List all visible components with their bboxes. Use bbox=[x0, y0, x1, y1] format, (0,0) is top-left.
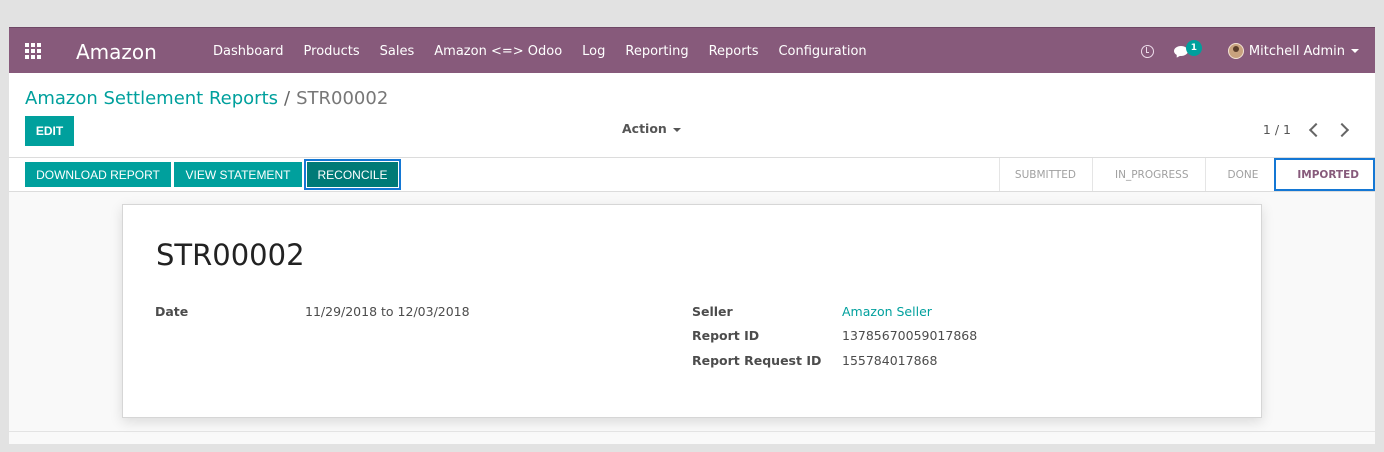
view-statement-button[interactable]: VIEW STATEMENT bbox=[174, 162, 302, 187]
chevron-right-icon[interactable] bbox=[1334, 122, 1350, 137]
menu-item-dashboard[interactable]: Dashboard bbox=[203, 44, 294, 59]
menu-item-log[interactable]: Log bbox=[572, 44, 615, 59]
menu-item-products[interactable]: Products bbox=[294, 44, 370, 59]
report-request-id-label: Report Request ID bbox=[692, 353, 822, 368]
form-statusbar: DOWNLOAD REPORT VIEW STATEMENT RECONCILE… bbox=[9, 157, 1375, 192]
chat-count-badge: 1 bbox=[1185, 40, 1202, 56]
menu-item-amazon-odoo[interactable]: Amazon <=> Odoo bbox=[424, 44, 572, 59]
breadcrumb-parent[interactable]: Amazon Settlement Reports bbox=[25, 88, 278, 109]
seller-link[interactable]: Amazon Seller bbox=[842, 304, 932, 319]
reconcile-button[interactable]: RECONCILE bbox=[304, 159, 401, 190]
record-title: STR00002 bbox=[156, 238, 305, 272]
report-request-id-value: 155784017868 bbox=[842, 353, 938, 368]
download-report-button[interactable]: DOWNLOAD REPORT bbox=[25, 162, 171, 187]
systray: 1 Mitchell Admin bbox=[1140, 28, 1375, 74]
app-brand[interactable]: Amazon bbox=[76, 40, 157, 64]
seller-label: Seller bbox=[692, 304, 733, 319]
avatar bbox=[1227, 43, 1244, 59]
pager-value[interactable]: 1 / 1 bbox=[1263, 122, 1291, 137]
user-menu[interactable]: Mitchell Admin bbox=[1227, 43, 1359, 59]
stage-imported[interactable]: IMPORTED bbox=[1274, 158, 1375, 191]
action-dropdown[interactable]: Action bbox=[622, 121, 681, 136]
activity-clock-icon[interactable] bbox=[1140, 44, 1154, 58]
top-navbar: Amazon Dashboard Products Sales Amazon <… bbox=[9, 27, 1375, 73]
stage-in-progress[interactable]: IN_PROGRESS bbox=[1092, 158, 1205, 191]
action-label: Action bbox=[622, 121, 667, 136]
breadcrumb: Amazon Settlement Reports / STR00002 bbox=[25, 88, 388, 109]
edit-button[interactable]: EDIT bbox=[25, 116, 74, 146]
date-label: Date bbox=[155, 304, 189, 319]
stage-submitted[interactable]: SUBMITTED bbox=[998, 158, 1092, 191]
stage-done[interactable]: DONE bbox=[1204, 158, 1275, 191]
report-id-label: Report ID bbox=[692, 328, 760, 343]
form-sheet: STR00002 Date 11/29/2018 to 12/03/2018 S… bbox=[122, 204, 1262, 418]
status-stages: SUBMITTED IN_PROGRESS DONE IMPORTED bbox=[998, 158, 1375, 191]
pager: 1 / 1 bbox=[1263, 122, 1355, 137]
messaging-button[interactable]: 1 bbox=[1173, 40, 1204, 61]
caret-down-icon bbox=[672, 127, 681, 132]
report-id-value: 13785670059017868 bbox=[842, 328, 978, 343]
main-menu: Dashboard Products Sales Amazon <=> Odoo… bbox=[203, 28, 877, 74]
menu-item-reports[interactable]: Reports bbox=[699, 44, 769, 59]
user-name: Mitchell Admin bbox=[1248, 43, 1345, 59]
chatter-divider bbox=[9, 431, 1375, 432]
menu-item-reporting[interactable]: Reporting bbox=[615, 44, 698, 59]
date-value: 11/29/2018 to 12/03/2018 bbox=[305, 304, 470, 319]
breadcrumb-current: STR00002 bbox=[296, 88, 389, 109]
app-window: Amazon Dashboard Products Sales Amazon <… bbox=[9, 27, 1375, 444]
chevron-left-icon[interactable] bbox=[1308, 122, 1324, 137]
caret-down-icon bbox=[1351, 49, 1359, 53]
apps-icon[interactable] bbox=[25, 43, 43, 59]
menu-item-sales[interactable]: Sales bbox=[370, 44, 425, 59]
breadcrumb-separator: / bbox=[284, 88, 291, 109]
menu-item-configuration[interactable]: Configuration bbox=[768, 44, 876, 59]
